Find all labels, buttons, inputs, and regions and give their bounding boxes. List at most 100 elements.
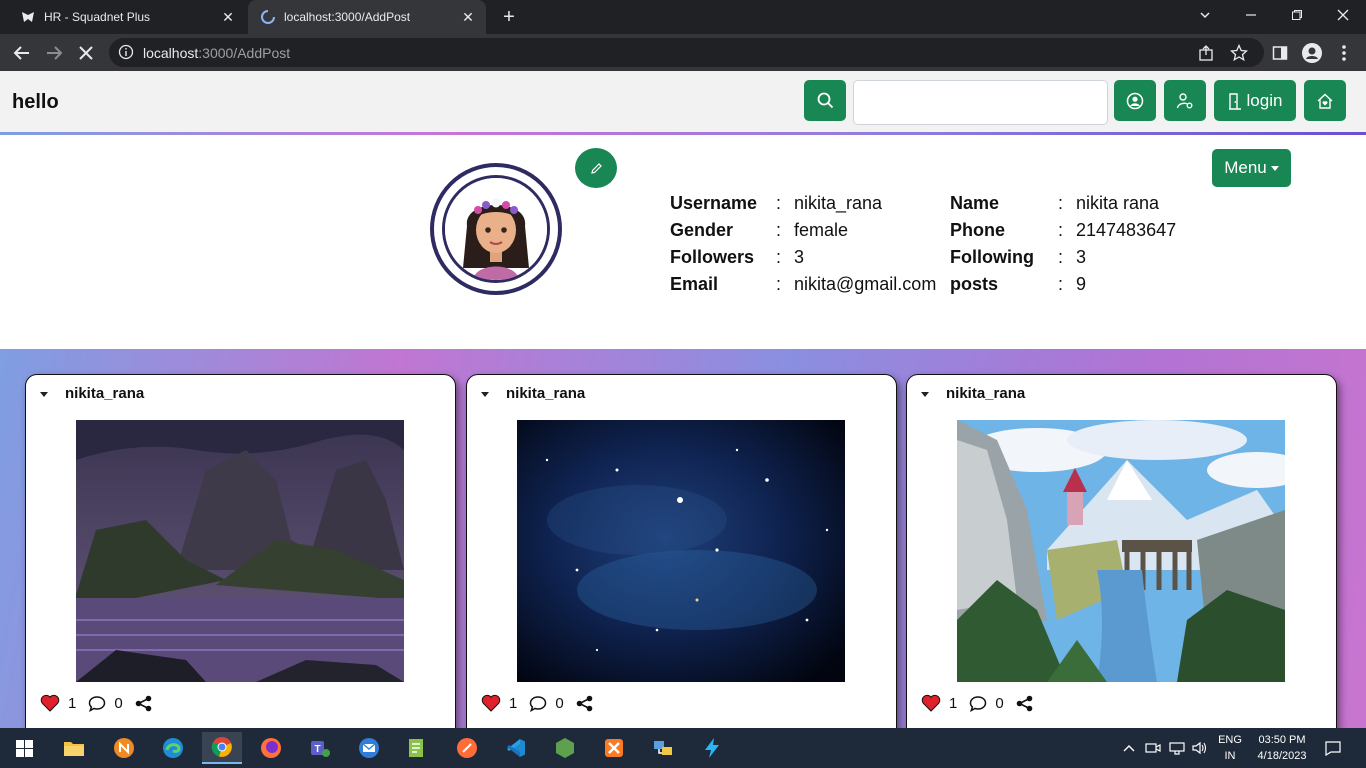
login-button[interactable]: login <box>1214 80 1296 121</box>
posts-feed: nikita_rana 1 0 nikita_rana 1 0 nikita_r… <box>0 349 1366 754</box>
menu-dropdown-button[interactable]: Menu <box>1212 149 1291 187</box>
heart-like-icon[interactable] <box>40 694 60 712</box>
like-count: 1 <box>509 694 518 712</box>
name-label: Name <box>950 193 1000 213</box>
post-options-caret-icon[interactable] <box>921 392 929 397</box>
squadnet-favicon-icon <box>20 9 36 25</box>
edge-browser-icon[interactable] <box>153 732 193 764</box>
posts-value: 9 <box>1076 274 1087 294</box>
close-tab-icon[interactable]: ✕ <box>218 7 238 27</box>
network-app-icon[interactable] <box>643 732 683 764</box>
post-options-caret-icon[interactable] <box>40 392 48 397</box>
brand-title[interactable]: hello <box>12 91 59 114</box>
posts-label: posts <box>950 274 999 294</box>
home-button[interactable] <box>1304 80 1346 121</box>
mail-app-icon[interactable] <box>349 732 389 764</box>
menu-label: Menu <box>1224 158 1267 177</box>
field-separator: : <box>776 247 782 267</box>
door-icon <box>1228 92 1241 110</box>
teams-icon[interactable]: T <box>300 732 340 764</box>
post-image[interactable] <box>76 420 404 682</box>
heart-like-icon[interactable] <box>481 694 501 712</box>
share-page-icon[interactable] <box>1197 44 1215 62</box>
user-gear-icon <box>1176 92 1193 108</box>
meet-now-icon[interactable] <box>1142 732 1164 764</box>
browser-menu-icon[interactable] <box>1331 40 1357 66</box>
nodejs-icon[interactable] <box>545 732 585 764</box>
email-label: Email <box>670 274 719 294</box>
notifications-icon[interactable] <box>1322 732 1344 764</box>
post-actions: 1 0 <box>40 693 152 713</box>
side-panel-icon[interactable] <box>1267 40 1293 66</box>
tab-hr-squadnet[interactable]: HR - Squadnet Plus ✕ <box>8 0 246 34</box>
url-text: localhost:3000/AddPost <box>143 45 291 61</box>
email-value: nikita@gmail.com <box>794 274 937 294</box>
xampp-icon[interactable] <box>594 732 634 764</box>
new-tab-button[interactable]: + <box>498 6 520 28</box>
share-icon[interactable] <box>135 695 152 712</box>
post-username[interactable]: nikita_rana <box>65 385 144 402</box>
lightning-app-icon[interactable] <box>692 732 732 764</box>
browser-toolbar: localhost:3000/AddPost <box>0 34 1366 71</box>
tab-addpost[interactable]: localhost:3000/AddPost ✕ <box>248 0 486 34</box>
name-value: nikita rana <box>1076 193 1160 213</box>
field-separator: : <box>1058 274 1064 294</box>
gender-label: Gender <box>670 220 734 240</box>
post-image[interactable] <box>957 420 1285 682</box>
field-separator: : <box>1058 220 1064 240</box>
comment-icon[interactable] <box>969 695 987 712</box>
close-window-icon[interactable] <box>1320 0 1366 30</box>
volume-icon[interactable] <box>1189 732 1211 764</box>
user-settings-button[interactable] <box>1164 80 1206 121</box>
minimize-icon[interactable] <box>1228 0 1274 30</box>
restore-icon[interactable] <box>1274 0 1320 30</box>
app-orange-n-icon[interactable] <box>104 732 144 764</box>
address-bar[interactable]: localhost:3000/AddPost <box>109 38 1264 67</box>
forward-arrow-icon[interactable] <box>41 40 67 66</box>
vscode-icon[interactable] <box>496 732 536 764</box>
chrome-browser-icon[interactable] <box>202 732 242 764</box>
post-card: nikita_rana 1 0 <box>25 374 456 754</box>
app-navbar: hello login <box>0 71 1366 133</box>
comment-count: 0 <box>555 694 564 712</box>
login-label: login <box>1246 90 1283 110</box>
following-value: 3 <box>1076 247 1087 267</box>
caret-down-icon <box>1270 165 1279 171</box>
comment-icon[interactable] <box>529 695 547 712</box>
post-options-caret-icon[interactable] <box>481 392 489 397</box>
post-image[interactable] <box>517 420 845 682</box>
browser-tab-strip: HR - Squadnet Plus ✕ localhost:3000/AddP… <box>0 0 1366 34</box>
site-info-icon[interactable] <box>118 44 134 60</box>
close-tab-icon[interactable]: ✕ <box>458 7 478 27</box>
back-arrow-icon[interactable] <box>9 40 35 66</box>
tray-chevron-up-icon[interactable] <box>1118 732 1140 764</box>
notepad-plus-plus-icon[interactable] <box>397 732 437 764</box>
bookmark-star-icon[interactable] <box>1230 44 1248 62</box>
house-heart-icon <box>1317 93 1333 109</box>
post-username[interactable]: nikita_rana <box>946 385 1025 402</box>
network-icon[interactable] <box>1166 732 1188 764</box>
like-count: 1 <box>68 694 77 712</box>
profile-avatar-icon[interactable] <box>1299 40 1325 66</box>
profile-button[interactable] <box>1114 80 1156 121</box>
share-icon[interactable] <box>576 695 593 712</box>
search-input[interactable] <box>853 80 1108 125</box>
file-explorer-icon[interactable] <box>54 732 94 764</box>
language-indicator[interactable]: ENG IN <box>1214 732 1246 764</box>
profile-avatar <box>430 163 562 295</box>
postman-icon[interactable] <box>447 732 487 764</box>
heart-like-icon[interactable] <box>921 694 941 712</box>
search-button[interactable] <box>804 80 846 121</box>
phone-label: Phone <box>950 220 1006 240</box>
share-icon[interactable] <box>1016 695 1033 712</box>
post-card: nikita_rana 1 0 <box>466 374 897 754</box>
edit-profile-button[interactable] <box>575 148 617 188</box>
like-count: 1 <box>949 694 958 712</box>
post-username[interactable]: nikita_rana <box>506 385 585 402</box>
comment-icon[interactable] <box>88 695 106 712</box>
firefox-browser-icon[interactable] <box>251 732 291 764</box>
stop-loading-icon[interactable] <box>73 40 99 66</box>
tab-search-icon[interactable] <box>1182 0 1228 30</box>
clock[interactable]: 03:50 PM 4/18/2023 <box>1250 732 1314 764</box>
windows-start-icon[interactable] <box>4 732 44 764</box>
